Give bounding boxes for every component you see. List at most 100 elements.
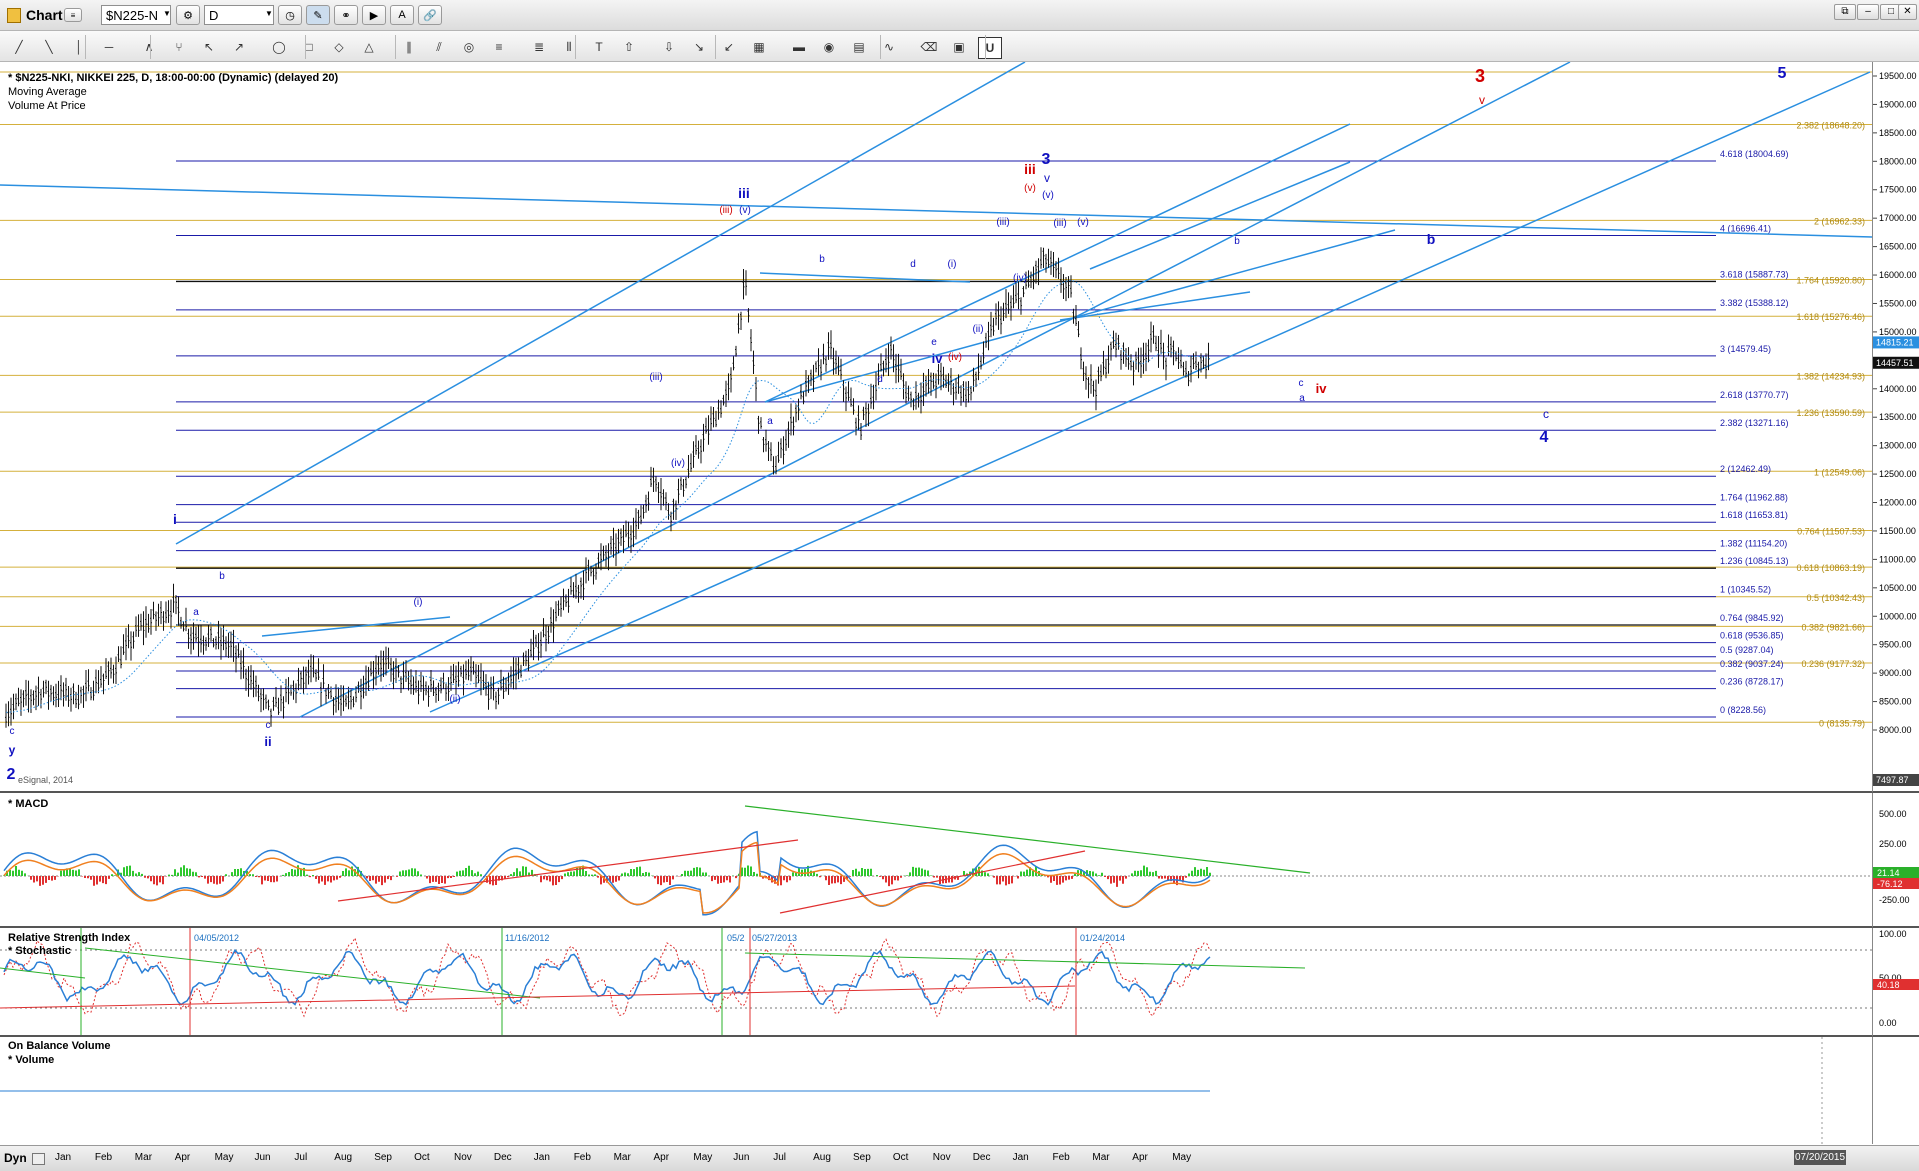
wave-label: (v) bbox=[739, 205, 751, 216]
blue-fib-label: 4.618 (18004.69) bbox=[1720, 149, 1789, 159]
eye-icon[interactable]: ◉ bbox=[818, 37, 840, 57]
eraser-icon[interactable]: ⌫ bbox=[918, 37, 940, 57]
fib-extension-icon[interactable]: ≣ bbox=[528, 37, 550, 57]
cursor-date-box: 07/20/2015 bbox=[1794, 1150, 1846, 1165]
alert-button[interactable]: A bbox=[390, 5, 414, 25]
rsi-scale-axis: 100.0050.000.0040.18 bbox=[1873, 929, 1919, 1028]
time-axis[interactable]: Dyn Jan Feb Mar Apr May Jun Jul Aug Sep Oct Nov Dec… bbox=[0, 1145, 1919, 1171]
trendline bbox=[429, 71, 1871, 713]
grid-icon[interactable]: ▦ bbox=[748, 37, 770, 57]
fib-retracement-icon[interactable]: ≡ bbox=[488, 37, 510, 57]
link-button[interactable]: ⚭ bbox=[334, 5, 358, 25]
play-button[interactable]: ▶ bbox=[362, 5, 386, 25]
pti-icon[interactable]: ▤ bbox=[848, 37, 870, 57]
ray-tool-icon[interactable]: ╲ bbox=[38, 37, 60, 57]
dyn-toggle-icon[interactable] bbox=[32, 1153, 45, 1165]
macd-chart[interactable] bbox=[0, 793, 1872, 926]
blue-fib-label: 3.618 (15887.73) bbox=[1720, 269, 1789, 279]
horizontal-line-icon[interactable]: ─ bbox=[98, 37, 120, 57]
close-button[interactable]: ✕ bbox=[1898, 4, 1917, 20]
symbol-input[interactable] bbox=[101, 5, 171, 25]
pitchfork-icon[interactable]: ⑂ bbox=[168, 37, 190, 57]
month-label: Aug bbox=[334, 1152, 353, 1163]
triangle-icon[interactable]: △ bbox=[358, 37, 380, 57]
price-scale-axis: 19500.00 19000.00 18500.00 18000.00 17500.00… bbox=[1873, 71, 1919, 786]
blue-fib-label: 4 (16696.41) bbox=[1720, 223, 1771, 233]
wave-label: 4 bbox=[1540, 429, 1549, 446]
rsi-stochastic-chart[interactable]: 04/05/2012 11/16/2012 05/2 05/27/2013 01/24/… bbox=[0, 928, 1872, 1035]
main-pane-title: * $N225-NKI, NIKKEI 225, D, 18:00-00:00 … bbox=[8, 72, 339, 84]
andrews-icon[interactable]: ↘ bbox=[688, 37, 710, 57]
settings-button[interactable]: ⚙ bbox=[176, 5, 200, 25]
month-label: Jul bbox=[773, 1152, 786, 1163]
vertical-line-icon[interactable]: │ bbox=[68, 37, 90, 57]
restore-window-button[interactable]: ⧉ bbox=[1834, 4, 1856, 20]
wave-label: c bbox=[1299, 378, 1304, 389]
price-tick-label: 17500.00 bbox=[1879, 185, 1917, 195]
macd-title: * MACD bbox=[8, 798, 49, 810]
rsi-pane[interactable]: 04/05/2012 11/16/2012 05/2 05/27/2013 01/24/… bbox=[0, 928, 1872, 1037]
price-tick-label: 9000.00 bbox=[1879, 668, 1912, 678]
obv-pane[interactable]: On Balance Volume * Volume bbox=[0, 1037, 1872, 1144]
month-label: Oct bbox=[414, 1152, 430, 1163]
blue-fib-label: 1.764 (11962.88) bbox=[1720, 493, 1788, 503]
wave-label: a bbox=[767, 416, 773, 427]
macd-pane[interactable]: * MACD bbox=[0, 793, 1872, 928]
dyn-label[interactable]: Dyn bbox=[4, 1151, 27, 1165]
link-chain-button[interactable]: 🔗 bbox=[418, 5, 442, 25]
wave-label: e bbox=[931, 337, 937, 348]
fan-icon[interactable]: ↖ bbox=[198, 37, 220, 57]
price-tick-label: 12000.00 bbox=[1879, 498, 1917, 508]
comment-icon[interactable]: ▣ bbox=[948, 37, 970, 57]
month-label: May bbox=[214, 1152, 234, 1163]
ellipse-icon[interactable]: ◯ bbox=[268, 37, 290, 57]
macd-scale[interactable]: 500.00 250.00 -250.00 21.14 -76.12 bbox=[1872, 793, 1919, 928]
month-label: Nov bbox=[932, 1152, 951, 1163]
price-chart[interactable]: 2.382 (18648.20) 2 (16962.33) 1.764 (15920… bbox=[0, 62, 1872, 791]
month-label: Jun bbox=[733, 1152, 750, 1163]
cycle-icon[interactable]: ◎ bbox=[458, 37, 480, 57]
rsi-title: Relative Strength Index bbox=[8, 932, 131, 944]
month-label: Jun bbox=[254, 1152, 271, 1163]
rectangle-icon[interactable]: □ bbox=[298, 37, 320, 57]
study-moving-average[interactable]: Moving Average bbox=[8, 86, 87, 98]
draw-pencil-button[interactable]: ✎ bbox=[306, 5, 330, 25]
line-tool-icon[interactable]: ╱ bbox=[8, 37, 30, 57]
trendline bbox=[299, 62, 1571, 718]
rsi-scale[interactable]: 100.00 50.00 0.00 40.18 bbox=[1872, 928, 1919, 1037]
blue-fib-label: 0.618 (9536.85) bbox=[1720, 631, 1784, 641]
price-tick-label: 16500.00 bbox=[1879, 242, 1917, 252]
arrow-down-icon[interactable]: ⇩ bbox=[658, 37, 680, 57]
channel-icon[interactable]: ⫽ bbox=[428, 37, 450, 57]
u-tool-icon[interactable]: U bbox=[978, 37, 1002, 59]
interval-dropdown-icon[interactable]: ▼ bbox=[265, 9, 273, 18]
text-icon[interactable]: T bbox=[588, 37, 610, 57]
interval-input[interactable] bbox=[204, 5, 274, 25]
gann-icon[interactable]: ↗ bbox=[228, 37, 250, 57]
blue-fib-label: 2.382 (13271.16) bbox=[1720, 418, 1789, 428]
parallel-lines-icon[interactable]: ∥ bbox=[398, 37, 420, 57]
arrow-up-icon[interactable]: ⇧ bbox=[618, 37, 640, 57]
symbol-dropdown-icon[interactable]: ▼ bbox=[163, 9, 171, 18]
study-volume-at-price[interactable]: Volume At Price bbox=[8, 100, 86, 112]
zigzag-icon[interactable]: ∿ bbox=[878, 37, 900, 57]
minimize-button[interactable]: – bbox=[1857, 4, 1879, 20]
price-scale[interactable]: 19500.00 19000.00 18500.00 18000.00 17500.00… bbox=[1872, 62, 1919, 793]
clock-button[interactable]: ◷ bbox=[278, 5, 302, 25]
wave-tool-icon[interactable]: ∧ bbox=[138, 37, 160, 57]
wave-label: 2 bbox=[7, 766, 16, 783]
obv-scale bbox=[1872, 1037, 1919, 1144]
obv-chart[interactable] bbox=[0, 1037, 1872, 1144]
wave-label: a bbox=[193, 607, 199, 618]
price-tick-label: 11500.00 bbox=[1879, 526, 1916, 536]
chart-menu-button[interactable]: ≡ bbox=[64, 8, 82, 22]
speed-lines-icon[interactable]: ↙ bbox=[718, 37, 740, 57]
price-pane[interactable]: 2.382 (18648.20) 2 (16962.33) 1.764 (15920… bbox=[0, 62, 1872, 793]
moving-average-line bbox=[5, 279, 1211, 713]
mob-icon[interactable]: ▬ bbox=[788, 37, 810, 57]
polygon-icon[interactable]: ◇ bbox=[328, 37, 350, 57]
rsi-value-tag: 40.18 bbox=[1877, 980, 1900, 990]
fib-time-icon[interactable]: ⦀ bbox=[558, 37, 580, 57]
wave-label: v bbox=[1479, 93, 1485, 107]
blue-fib-label: 1 (10345.52) bbox=[1720, 585, 1771, 595]
